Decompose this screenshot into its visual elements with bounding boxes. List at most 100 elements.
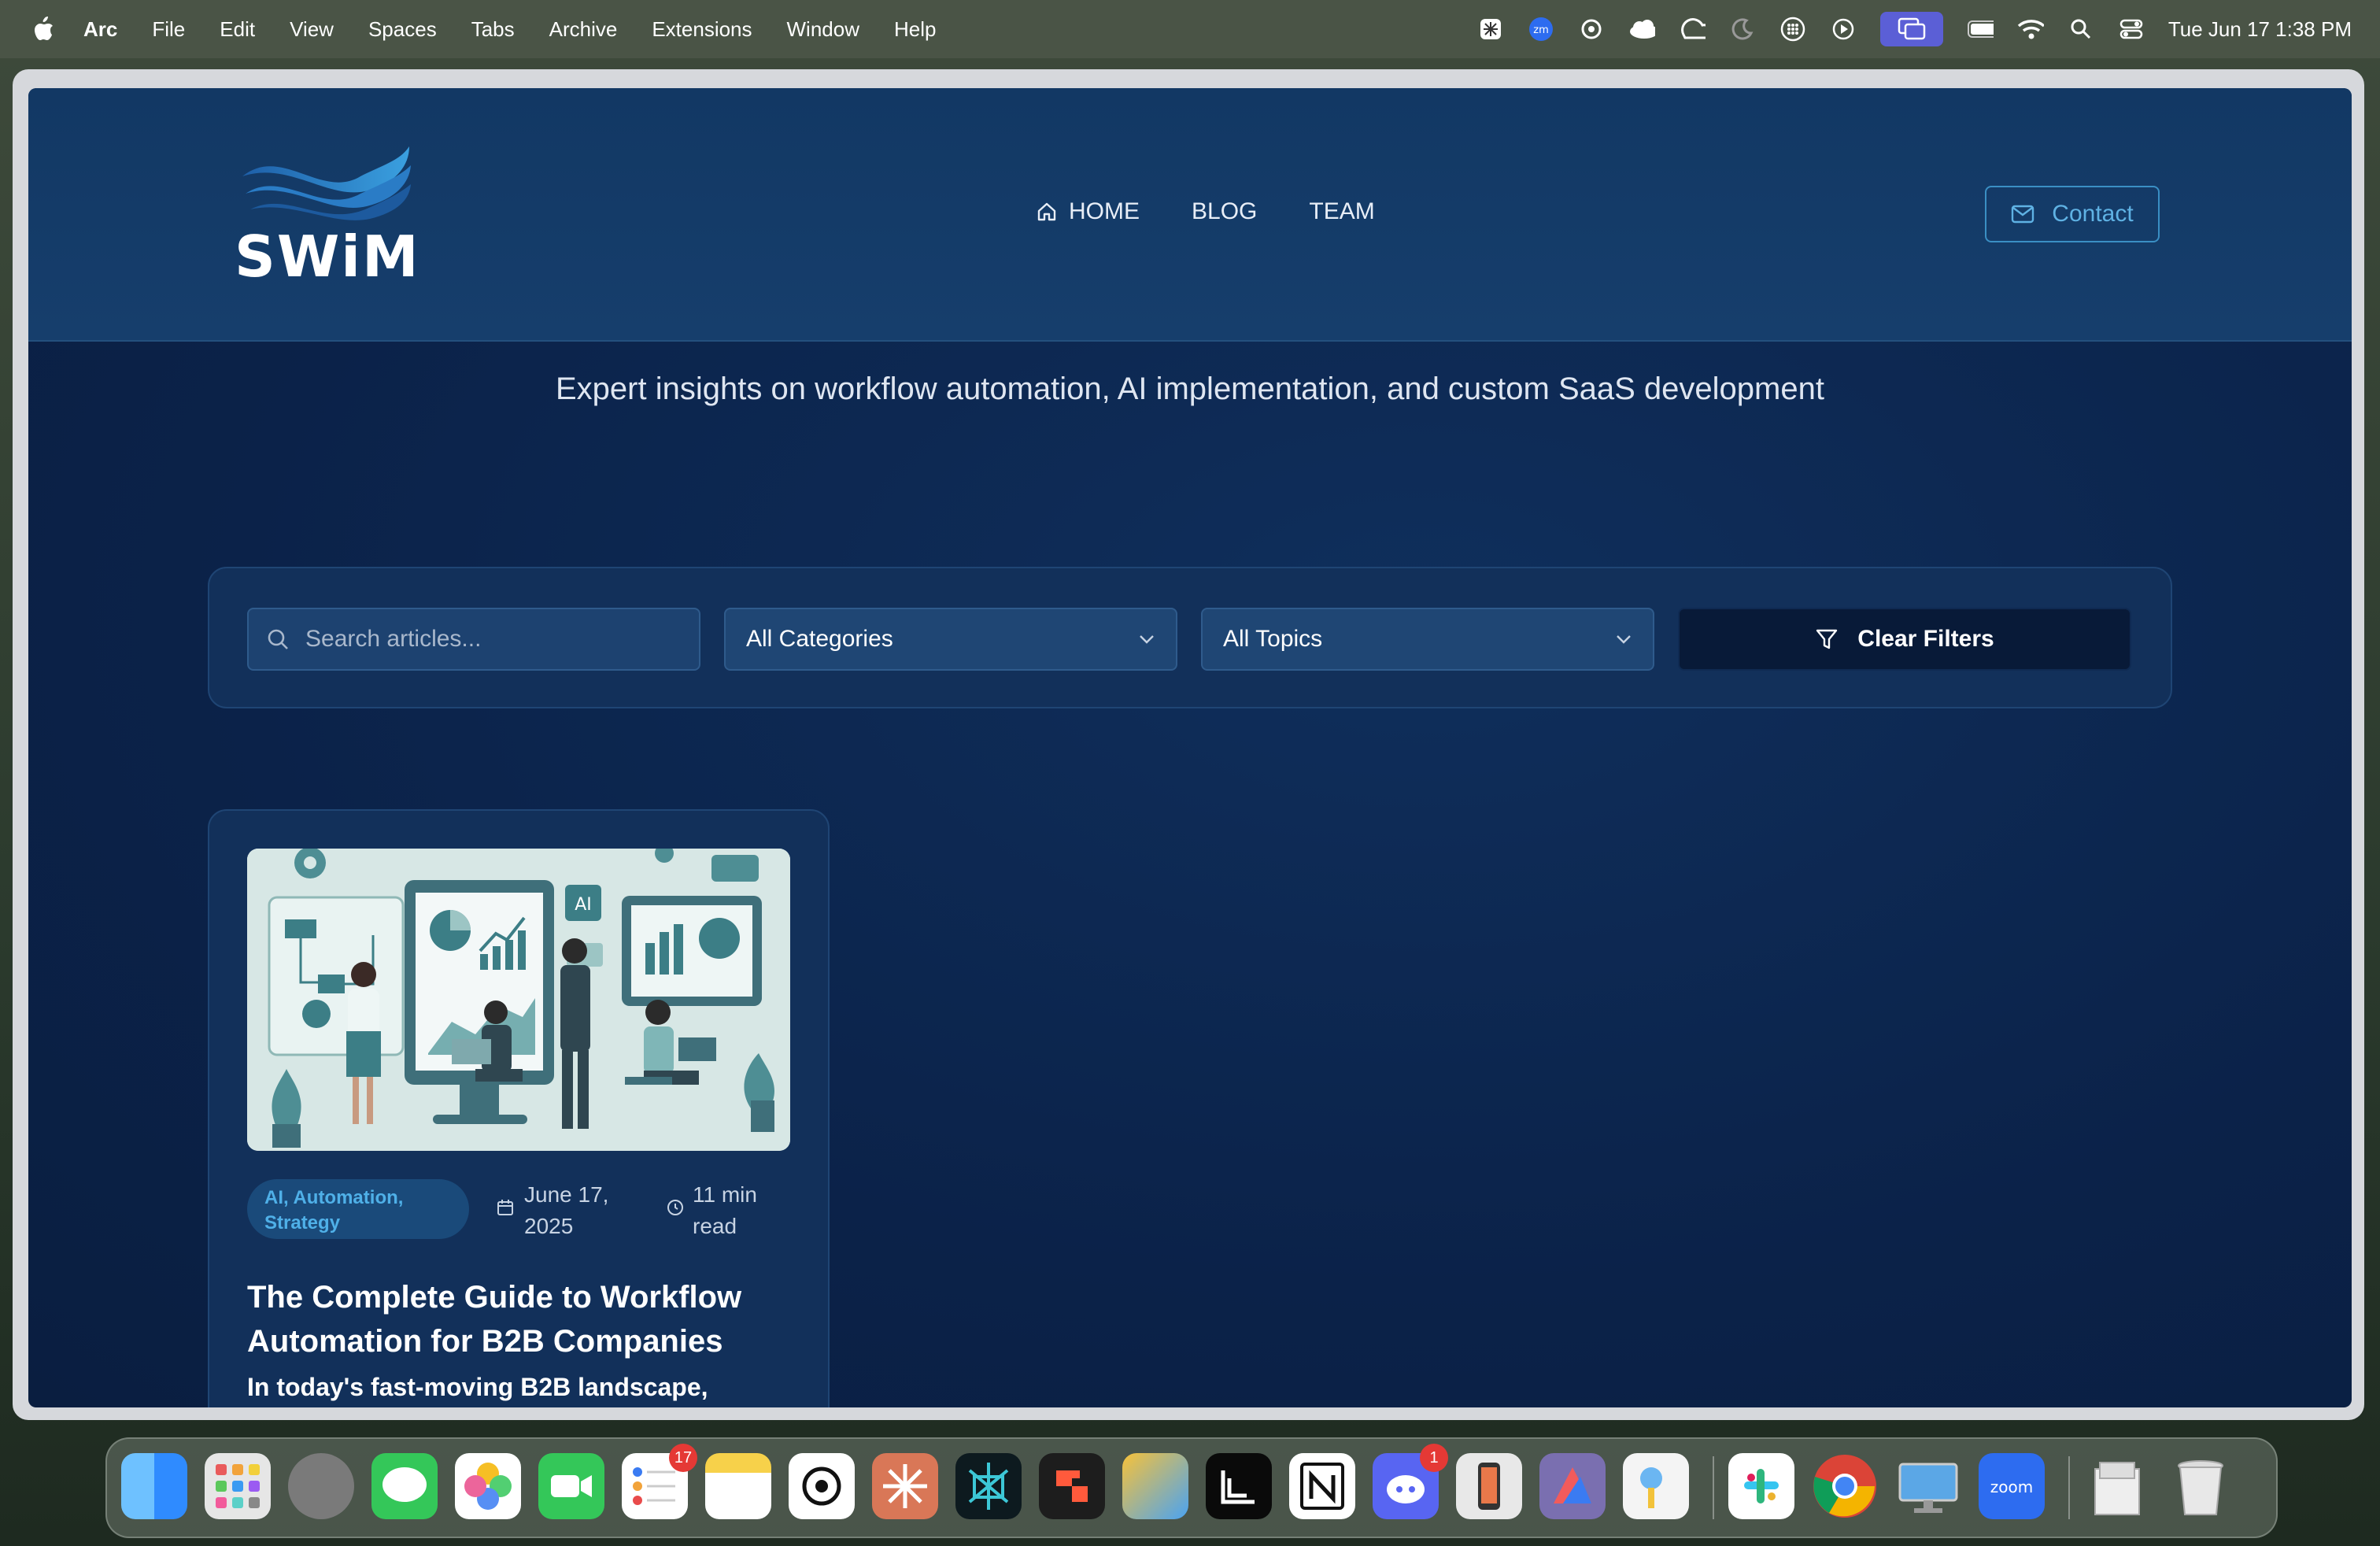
- post-date: June 17, 2025: [496, 1179, 653, 1242]
- screen-mirror-icon[interactable]: [1879, 12, 1943, 46]
- simulator-icon[interactable]: [1456, 1453, 1522, 1519]
- contact-button[interactable]: Contact: [1985, 186, 2160, 242]
- chevron-down-icon: [1617, 635, 1631, 644]
- post-date-text: June 17, 2025: [524, 1182, 609, 1238]
- card-meta: AI, Automation, Strategy June 17, 2025 1…: [247, 1179, 790, 1242]
- status-tray: zm Tue Jun 17 1:38 PM: [1454, 0, 2352, 58]
- menu-bar: Arc File Edit View Spaces Tabs Archive E…: [0, 0, 2380, 58]
- photos-icon[interactable]: [455, 1453, 521, 1519]
- trash-icon[interactable]: [2168, 1453, 2234, 1519]
- raycast-icon[interactable]: [1039, 1453, 1105, 1519]
- affinity-icon[interactable]: [1539, 1453, 1606, 1519]
- card-illustration[interactable]: AI: [247, 849, 790, 1151]
- card-excerpt: In today's fast-moving B2B landscape,: [247, 1373, 708, 1401]
- screens-icon[interactable]: [1895, 1453, 1961, 1519]
- creative-cloud-icon[interactable]: [1679, 16, 1706, 43]
- menu-help[interactable]: Help: [894, 17, 936, 42]
- discord-icon[interactable]: 1: [1373, 1444, 1448, 1519]
- ai-chip-label: AI: [575, 895, 592, 915]
- discord-badge: 1: [1420, 1444, 1448, 1472]
- contact-label: Contact: [2052, 201, 2134, 227]
- notes-icon[interactable]: [705, 1453, 771, 1519]
- site-logo[interactable]: SWiM: [235, 145, 419, 290]
- clear-filters-label: Clear Filters: [1857, 626, 1994, 652]
- category-tag[interactable]: AI, Automation, Strategy: [247, 1179, 469, 1239]
- menu-clock[interactable]: Tue Jun 17 1:38 PM: [2168, 17, 2352, 42]
- zoom-icon[interactable]: zm: [1528, 16, 1554, 43]
- launchpad-icon[interactable]: [205, 1453, 271, 1519]
- messages-icon[interactable]: [371, 1453, 438, 1519]
- topic-select[interactable]: All Topics: [1201, 608, 1654, 671]
- topic-select-value: All Topics: [1223, 626, 1323, 652]
- logo-text: SWiM: [235, 224, 420, 290]
- clock-icon: [667, 1200, 683, 1215]
- nav-team[interactable]: TEAM: [1309, 198, 1374, 225]
- zoom-dock-label: zoom: [1990, 1478, 2033, 1496]
- nav-team-label: TEAM: [1309, 198, 1375, 224]
- site-tagline: Expert insights on workflow automation, …: [556, 372, 1824, 406]
- reminders-icon[interactable]: 17: [622, 1444, 697, 1519]
- zoom-dock-icon[interactable]: zoom: [1979, 1453, 2045, 1519]
- menu-file[interactable]: File: [152, 17, 185, 42]
- search-icon[interactable]: [2068, 16, 2094, 43]
- clear-filters-button[interactable]: Clear Filters: [1678, 608, 2131, 671]
- site-header: SWiM HOME BLOG TEAM Contact: [28, 88, 2352, 342]
- chrome-icon[interactable]: [1812, 1453, 1878, 1519]
- chatgpt-dock-icon[interactable]: [789, 1453, 855, 1519]
- chevron-down-icon: [1140, 635, 1154, 644]
- play-icon[interactable]: [1830, 16, 1857, 43]
- nav-home-label: HOME: [1069, 198, 1140, 224]
- filter-bar: Search articles... All Categories All To…: [208, 567, 2172, 708]
- search-placeholder: Search articles...: [305, 626, 482, 652]
- perplexity-dock-icon[interactable]: [955, 1453, 1022, 1519]
- control-center-icon[interactable]: [2118, 16, 2145, 43]
- apple-menu-icon[interactable]: [30, 16, 57, 43]
- keychain-icon[interactable]: [1623, 1453, 1689, 1519]
- battery-icon[interactable]: [1967, 16, 1994, 43]
- nav-blog[interactable]: BLOG: [1192, 198, 1257, 225]
- search-icon: [268, 629, 288, 649]
- workflow-illustration-icon: AI: [247, 849, 790, 1151]
- chatgpt-icon[interactable]: [1578, 16, 1605, 43]
- filter-icon: [1816, 629, 1838, 649]
- card-title[interactable]: The Complete Guide to Workflow Automatio…: [247, 1275, 798, 1363]
- category-select[interactable]: All Categories: [724, 608, 1177, 671]
- notion-icon[interactable]: [1289, 1453, 1355, 1519]
- facetime-icon[interactable]: [538, 1453, 604, 1519]
- svg-text:zm: zm: [1533, 24, 1549, 36]
- menu-spaces[interactable]: Spaces: [368, 17, 437, 42]
- slack-icon[interactable]: [1728, 1453, 1794, 1519]
- search-input[interactable]: Search articles...: [247, 608, 700, 671]
- read-time: 11 min read: [666, 1179, 792, 1242]
- linear-icon[interactable]: [1206, 1453, 1272, 1519]
- system-settings-icon[interactable]: [288, 1453, 354, 1519]
- menu-extensions[interactable]: Extensions: [652, 17, 752, 42]
- reminders-badge: 17: [669, 1444, 697, 1472]
- blog-card[interactable]: AI AI, Automation, Strategy June 17, 202…: [208, 809, 830, 1407]
- menu-edit[interactable]: Edit: [220, 17, 255, 42]
- dock-separator: [1713, 1456, 1714, 1519]
- mail-icon: [2012, 205, 2034, 224]
- wifi-icon[interactable]: [2017, 16, 2044, 43]
- menu-archive[interactable]: Archive: [549, 17, 618, 42]
- grid-icon[interactable]: [1779, 16, 1806, 43]
- main-nav: HOME BLOG TEAM: [1036, 198, 1427, 225]
- finder-icon[interactable]: [121, 1453, 187, 1519]
- dock: 17 1 zoom: [105, 1437, 2278, 1538]
- menu-window[interactable]: Window: [787, 17, 859, 42]
- home-icon: [1037, 202, 1056, 221]
- category-select-value: All Categories: [746, 626, 893, 652]
- claude-icon[interactable]: [872, 1453, 938, 1519]
- perplexity-icon[interactable]: [1477, 16, 1504, 43]
- menu-tabs[interactable]: Tabs: [471, 17, 515, 42]
- menu-app-name[interactable]: Arc: [83, 17, 117, 42]
- dock-separator: [2068, 1456, 2070, 1519]
- nav-home[interactable]: HOME: [1036, 198, 1140, 225]
- downloads-stack-icon[interactable]: [2084, 1453, 2150, 1519]
- web-page: SWiM HOME BLOG TEAM Contact Expert insig…: [28, 88, 2352, 1407]
- cloud-icon[interactable]: [1628, 16, 1655, 43]
- menu-view[interactable]: View: [290, 17, 334, 42]
- read-time-text: 11 min read: [693, 1182, 757, 1238]
- focus-icon[interactable]: [1729, 16, 1756, 43]
- airmail-icon[interactable]: [1122, 1453, 1188, 1519]
